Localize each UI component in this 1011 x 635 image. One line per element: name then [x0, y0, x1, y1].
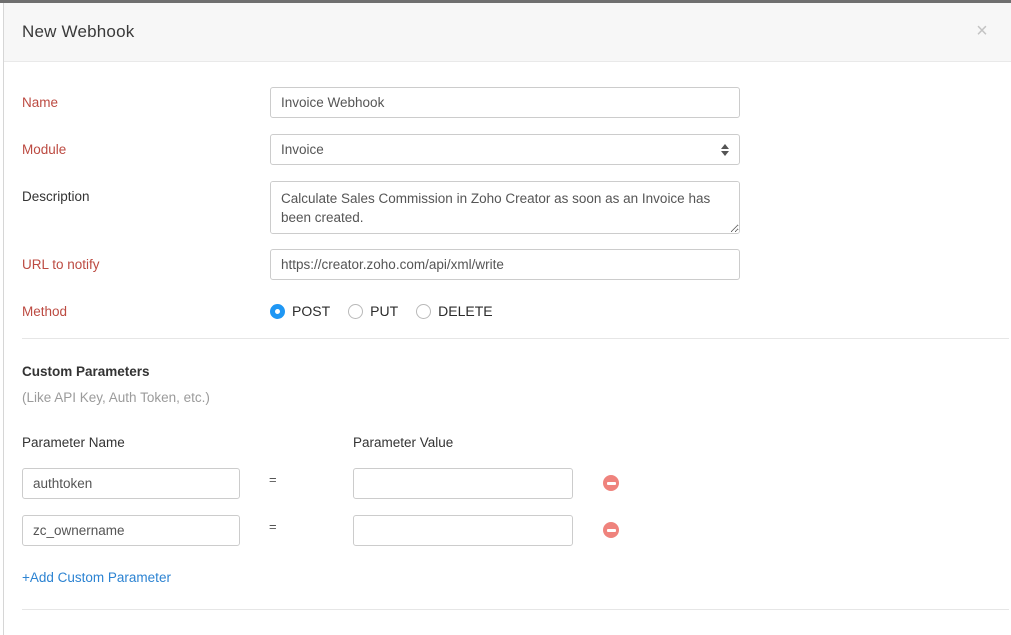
modal-title: New Webhook	[22, 22, 134, 42]
parameter-value-input[interactable]	[353, 515, 573, 546]
description-label: Description	[22, 189, 90, 204]
add-custom-parameter-link[interactable]: +Add Custom Parameter	[22, 570, 171, 585]
module-select[interactable]: Invoice	[270, 134, 740, 165]
modal-header: New Webhook ×	[4, 3, 1011, 62]
parameter-name-input[interactable]	[22, 515, 240, 546]
method-radio-delete[interactable]: DELETE	[416, 303, 492, 319]
method-label: Method	[22, 304, 67, 319]
equals-sign: =	[269, 519, 277, 534]
remove-parameter-icon[interactable]	[603, 522, 619, 538]
radio-label: DELETE	[438, 303, 492, 319]
url-input[interactable]	[270, 249, 740, 280]
equals-sign: =	[269, 472, 277, 487]
url-label: URL to notify	[22, 257, 100, 272]
method-radio-group: POST PUT DELETE	[270, 303, 493, 319]
module-selected-value: Invoice	[281, 142, 721, 157]
radio-icon	[348, 304, 363, 319]
custom-parameters-subtitle: (Like API Key, Auth Token, etc.)	[22, 390, 210, 405]
radio-icon	[416, 304, 431, 319]
modal-left-edge	[3, 3, 4, 635]
module-label: Module	[22, 142, 66, 157]
description-textarea[interactable]: Calculate Sales Commission in Zoho Creat…	[270, 181, 740, 234]
footer-divider	[22, 609, 1009, 610]
radio-label: PUT	[370, 303, 398, 319]
parameter-value-header: Parameter Value	[353, 435, 453, 450]
section-divider	[22, 338, 1009, 339]
parameter-name-header: Parameter Name	[22, 435, 125, 450]
method-radio-put[interactable]: PUT	[348, 303, 398, 319]
close-icon[interactable]: ×	[971, 20, 993, 42]
radio-label: POST	[292, 303, 330, 319]
select-stepper-icon	[721, 144, 729, 156]
parameter-name-input[interactable]	[22, 468, 240, 499]
radio-icon	[270, 304, 285, 319]
remove-parameter-icon[interactable]	[603, 475, 619, 491]
method-radio-post[interactable]: POST	[270, 303, 330, 319]
name-input[interactable]	[270, 87, 740, 118]
name-label: Name	[22, 95, 58, 110]
custom-parameters-title: Custom Parameters	[22, 364, 150, 379]
parameter-value-input[interactable]	[353, 468, 573, 499]
